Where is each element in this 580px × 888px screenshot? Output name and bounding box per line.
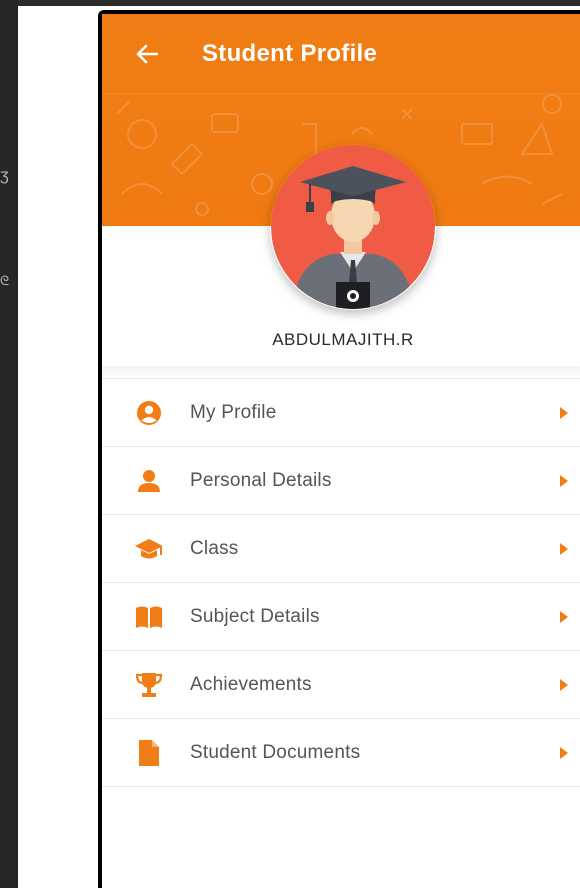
user-icon bbox=[102, 447, 190, 515]
caret-right-icon bbox=[544, 379, 580, 447]
app-screen: Student Profile ABDULMAJITH.R My Profile… bbox=[102, 14, 580, 888]
menu-item-subject-details[interactable]: Subject Details bbox=[102, 583, 580, 651]
menu-item-label: Subject Details bbox=[190, 605, 320, 627]
menu-item-label: Student Documents bbox=[190, 741, 361, 763]
menu-item-label: Achievements bbox=[190, 673, 312, 695]
menu-item-student-documents[interactable]: Student Documents bbox=[102, 719, 580, 787]
trophy-icon bbox=[102, 651, 190, 719]
book-icon bbox=[102, 583, 190, 651]
user-circle-icon bbox=[102, 379, 190, 447]
menu-item-class[interactable]: Class bbox=[102, 515, 580, 583]
menu-item-personal-details[interactable]: Personal Details bbox=[102, 447, 580, 515]
menu-item-label: Class bbox=[190, 537, 239, 559]
student-name: ABDULMAJITH.R bbox=[272, 330, 414, 349]
app-bar: Student Profile bbox=[102, 14, 580, 94]
backdrop-glyph-icon: ʒ bbox=[0, 167, 9, 184]
backdrop-swirl-icon: ᘓ bbox=[0, 273, 10, 288]
arrow-left-icon bbox=[136, 44, 158, 63]
menu-item-label: Personal Details bbox=[190, 469, 332, 491]
caret-right-icon bbox=[544, 447, 580, 515]
caret-right-icon bbox=[544, 583, 580, 651]
menu-item-label: My Profile bbox=[190, 401, 277, 423]
caret-right-icon bbox=[544, 651, 580, 719]
graduate-avatar-icon bbox=[271, 145, 435, 309]
page-title: Student Profile bbox=[202, 39, 378, 67]
avatar[interactable] bbox=[270, 144, 436, 310]
document-icon bbox=[102, 719, 190, 787]
graduation-cap-icon bbox=[102, 515, 190, 583]
caret-right-icon bbox=[544, 719, 580, 787]
profile-menu: My Profile Personal Details Class Subjec… bbox=[102, 378, 580, 787]
phone-frame: Student Profile ABDULMAJITH.R My Profile… bbox=[98, 10, 580, 888]
backdrop-left: ʒ ᘓ bbox=[0, 0, 18, 888]
menu-item-achievements[interactable]: Achievements bbox=[102, 651, 580, 719]
caret-right-icon bbox=[544, 515, 580, 583]
back-button[interactable] bbox=[102, 14, 192, 94]
menu-item-my-profile[interactable]: My Profile bbox=[102, 379, 580, 447]
